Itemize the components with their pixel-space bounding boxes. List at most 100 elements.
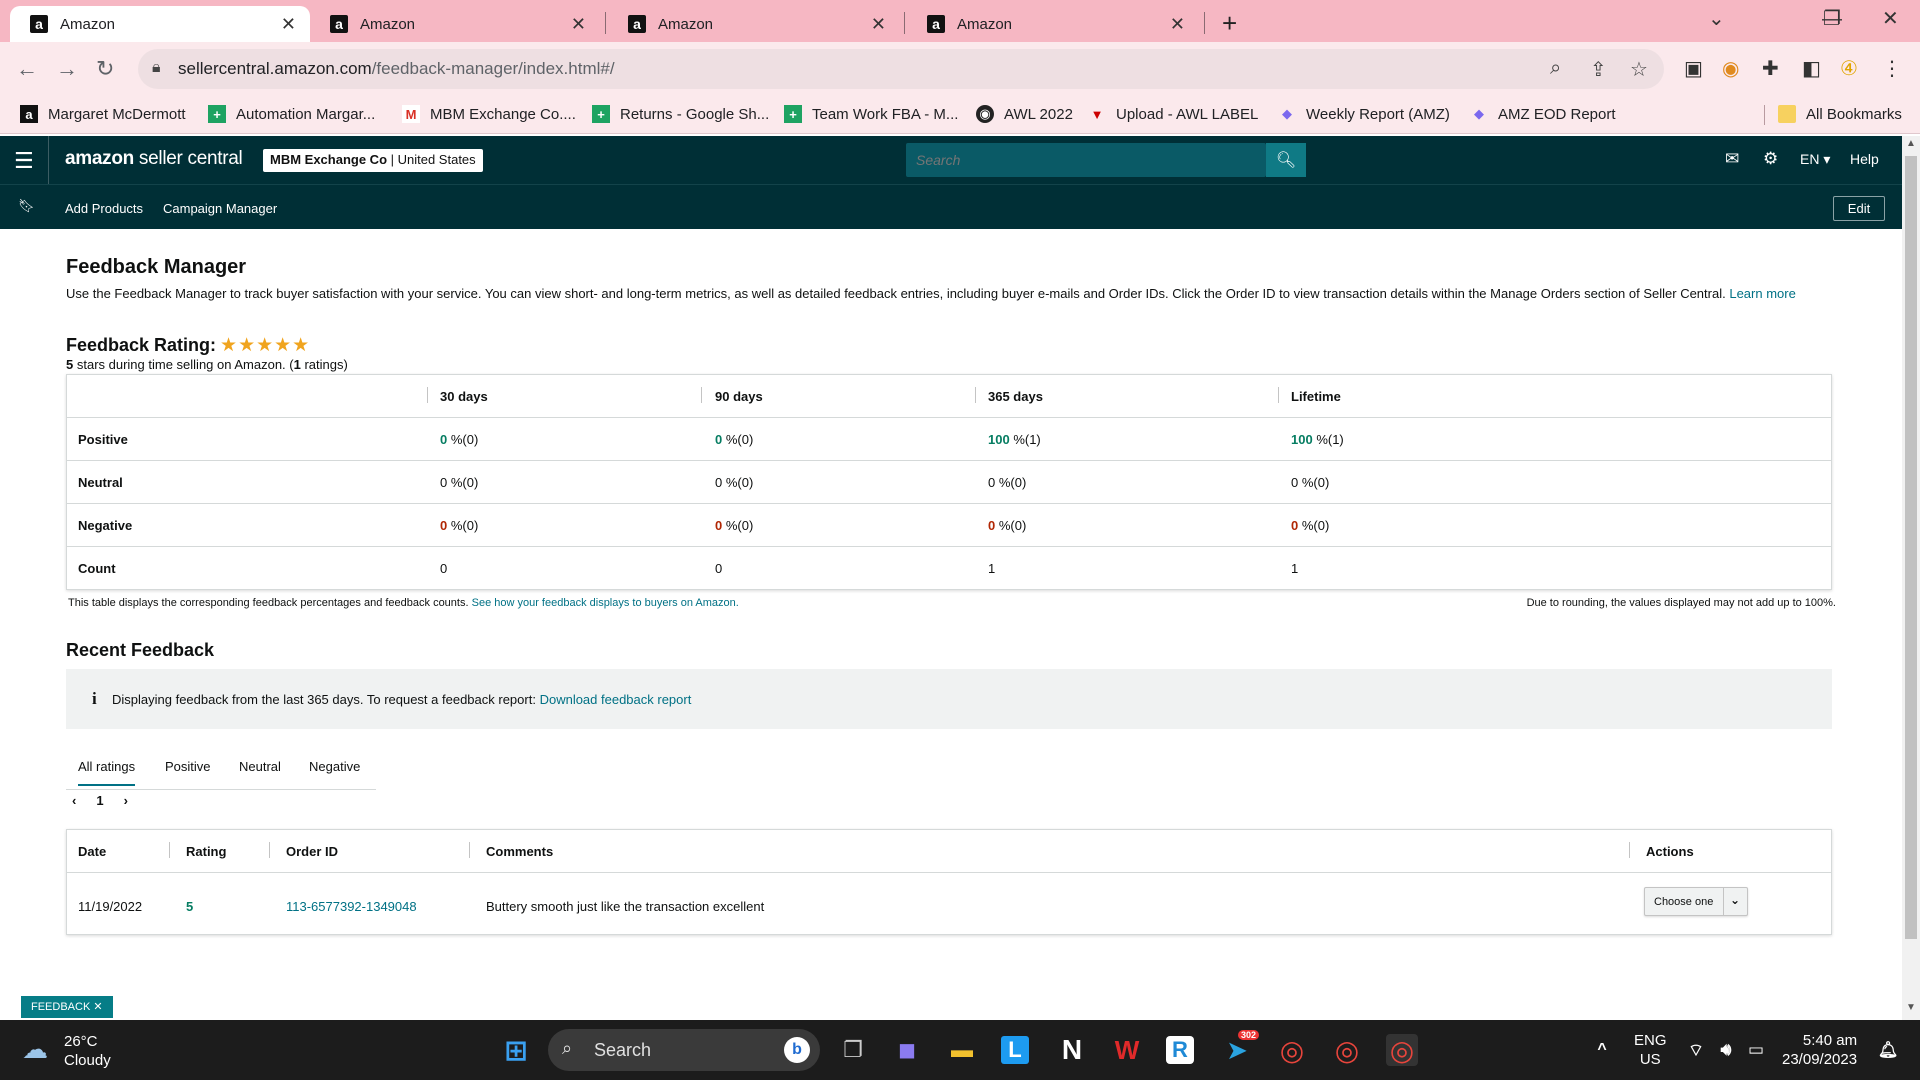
tray-chevron-icon[interactable]: ^ xyxy=(1586,1034,1618,1066)
bookmark-item[interactable]: + Returns - Google Sh... xyxy=(592,105,769,123)
tab-positive[interactable]: Positive xyxy=(165,759,211,774)
mail-icon[interactable]: ✉ xyxy=(1725,149,1739,169)
dropdown-value: Choose one xyxy=(1654,896,1714,908)
extension-off-icon[interactable]: ▣ xyxy=(1684,56,1703,81)
bookmark-item[interactable]: M MBM Exchange Co.... xyxy=(402,105,576,123)
all-bookmarks-button[interactable]: All Bookmarks xyxy=(1778,105,1902,123)
bookmark-icon[interactable]: 🔖︎ xyxy=(18,198,35,214)
scroll-up-icon[interactable]: ▲ xyxy=(1906,138,1916,149)
bookmark-item[interactable]: ◆ AMZ EOD Report xyxy=(1470,105,1616,123)
omnibox[interactable]: 🔒︎ sellercentral.amazon.com/feedback-man… xyxy=(138,49,1664,89)
edit-button[interactable]: Edit xyxy=(1833,196,1885,221)
page-scrollbar[interactable]: ▲ ▼ xyxy=(1902,136,1920,1020)
page-title: Feedback Manager xyxy=(66,256,247,278)
side-panel-icon[interactable]: ◧ xyxy=(1802,56,1821,81)
windows-taskbar: ☁ 26°C Cloudy ⊞ ⌕ Search b ❐ ◼ ▬ L N W R … xyxy=(0,1020,1920,1080)
gear-icon[interactable]: ⚙ xyxy=(1763,149,1778,169)
order-id-link[interactable]: 113-6577392-1349048 xyxy=(286,899,417,914)
restore-icon[interactable]: ❐ xyxy=(1823,6,1841,31)
table-cell: 1 xyxy=(988,561,996,576)
browser-menu-icon[interactable]: ⋮ xyxy=(1882,56,1902,81)
close-tab-icon[interactable]: ✕ xyxy=(571,14,586,35)
back-icon[interactable]: ← xyxy=(16,56,38,82)
new-tab-icon[interactable]: + xyxy=(1222,8,1237,39)
intro-text: Use the Feedback Manager to track buyer … xyxy=(66,286,1796,301)
account-switcher[interactable]: MBM Exchange Co | United States xyxy=(263,149,483,172)
close-tab-icon[interactable]: ✕ xyxy=(1170,14,1185,35)
wps-office-icon[interactable]: W xyxy=(1111,1034,1143,1066)
row-label: Neutral xyxy=(78,475,123,490)
wifi-icon[interactable]: ⌔ xyxy=(1680,1034,1712,1066)
reload-icon[interactable]: ↻ xyxy=(96,56,114,82)
tab-title: Amazon xyxy=(60,15,116,33)
browser-tab[interactable]: a Amazon ✕ xyxy=(10,6,310,42)
bookmark-item[interactable]: ◆ Weekly Report (AMZ) xyxy=(1278,105,1450,123)
clock[interactable]: 5:40 am 23/09/2023 xyxy=(1782,1031,1857,1069)
browser-tab[interactable]: a Amazon ✕ xyxy=(310,6,600,42)
tab-neutral[interactable]: Neutral xyxy=(239,759,281,774)
browser-tab[interactable]: a Amazon ✕ xyxy=(608,6,900,42)
r-app-icon[interactable]: R xyxy=(1166,1036,1194,1064)
search-input[interactable] xyxy=(906,143,1266,177)
tab-divider xyxy=(1204,12,1205,34)
scrollbar-thumb[interactable] xyxy=(1905,156,1917,939)
bing-icon[interactable]: b xyxy=(784,1037,810,1063)
bookmark-item[interactable]: + Team Work FBA - M... xyxy=(784,105,958,123)
bookmark-item[interactable]: a Margaret McDermott xyxy=(20,105,186,123)
bookmark-item[interactable]: + Automation Margar... xyxy=(208,105,375,123)
task-view-icon[interactable]: ❐ xyxy=(837,1034,869,1066)
table-note: This table displays the corresponding fe… xyxy=(68,597,739,609)
chrome-icon[interactable]: ◎ xyxy=(1331,1034,1363,1066)
close-tab-icon[interactable]: ✕ xyxy=(281,14,296,35)
help-link[interactable]: Help xyxy=(1850,151,1879,167)
telegram-badge: 302 xyxy=(1237,1030,1259,1040)
hamburger-menu-icon[interactable]: ☰ xyxy=(14,148,34,174)
language-indicator[interactable]: ENG US xyxy=(1634,1031,1667,1069)
feedback-display-link[interactable]: See how your feedback displays to buyers… xyxy=(472,597,739,609)
battery-icon[interactable]: ▭ xyxy=(1740,1034,1772,1066)
telegram-icon[interactable]: ➤ 302 xyxy=(1221,1030,1259,1066)
nav-add-products[interactable]: Add Products xyxy=(65,201,143,216)
close-window-icon[interactable]: ✕ xyxy=(1882,6,1899,31)
tab-negative[interactable]: Negative xyxy=(309,759,360,774)
next-page-icon[interactable]: › xyxy=(124,793,128,808)
actions-dropdown[interactable]: Choose one ⌄ xyxy=(1644,887,1748,916)
tab-search-chevron-icon[interactable]: ⌄ xyxy=(1708,6,1725,31)
lock-icon: 🔒︎ xyxy=(152,59,161,76)
taskbar-search[interactable]: ⌕ Search b xyxy=(548,1029,820,1071)
nav-campaign-manager[interactable]: Campaign Manager xyxy=(163,201,277,216)
notification-bell-icon[interactable]: 🔔︎ xyxy=(1872,1034,1904,1066)
scroll-down-icon[interactable]: ▼ xyxy=(1906,1002,1916,1013)
bookmark-item[interactable]: ◉ AWL 2022 xyxy=(976,105,1073,123)
l-app-icon[interactable]: L xyxy=(1001,1036,1029,1064)
extensions-puzzle-icon[interactable]: ✚ xyxy=(1762,56,1779,81)
seller-central-logo[interactable]: amazon seller central xyxy=(65,148,243,170)
close-tab-icon[interactable]: ✕ xyxy=(871,14,886,35)
bookmark-item[interactable]: ▼ Upload - AWL LABEL xyxy=(1088,105,1259,123)
row-label: Positive xyxy=(78,432,128,447)
windows-start-icon[interactable]: ⊞ xyxy=(500,1034,532,1066)
download-report-link[interactable]: Download feedback report xyxy=(540,692,692,707)
bookmark-label: AWL 2022 xyxy=(1004,105,1073,123)
zoom-icon[interactable]: ⌕ xyxy=(1550,57,1561,80)
notion-icon[interactable]: N xyxy=(1056,1034,1088,1066)
page-number[interactable]: 1 xyxy=(96,793,103,808)
feedback-badge[interactable]: FEEDBACK ✕ xyxy=(21,996,113,1018)
profile-avatar-icon[interactable]: ④ xyxy=(1840,56,1858,81)
share-icon[interactable]: ⇪ xyxy=(1590,57,1607,82)
teams-icon[interactable]: ◼ xyxy=(891,1034,923,1066)
extension-circle-icon[interactable]: ◉ xyxy=(1722,56,1739,81)
tab-all-ratings[interactable]: All ratings xyxy=(78,759,136,786)
chrome-icon[interactable]: ◎ xyxy=(1276,1034,1308,1066)
bookmark-star-icon[interactable]: ☆ xyxy=(1630,57,1648,82)
browser-tab[interactable]: a Amazon ✕ xyxy=(907,6,1199,42)
search-button[interactable]: 🔍︎ xyxy=(1266,143,1306,177)
prev-page-icon[interactable]: ‹ xyxy=(72,793,76,808)
learn-more-link[interactable]: Learn more xyxy=(1729,286,1795,301)
language-selector[interactable]: EN ▾ xyxy=(1800,151,1830,168)
file-explorer-icon[interactable]: ▬ xyxy=(946,1034,978,1066)
upload-icon: ▼ xyxy=(1090,106,1104,122)
forward-icon[interactable]: → xyxy=(56,56,78,82)
chrome-icon[interactable]: ◎ xyxy=(1386,1034,1418,1066)
volume-icon[interactable]: 🔊︎ xyxy=(1710,1034,1742,1066)
